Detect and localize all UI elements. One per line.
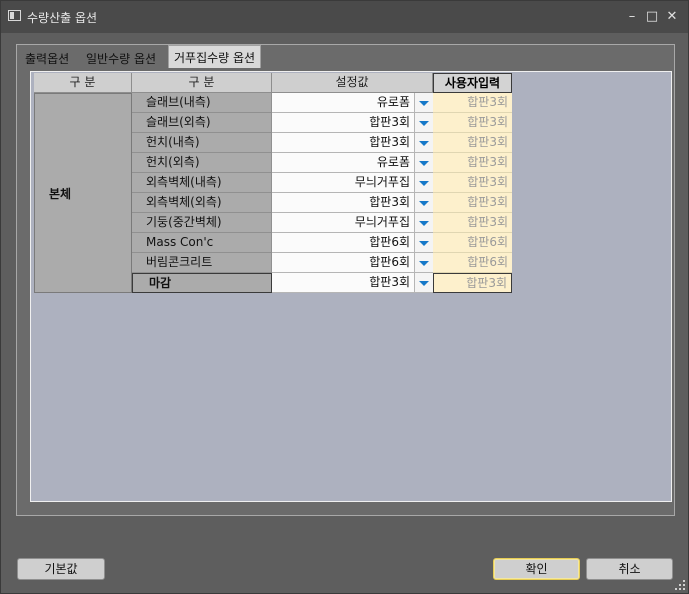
row-label: Mass Con'c [132, 233, 272, 253]
row-label: 헌치(내측) [132, 133, 272, 153]
setting-value-field[interactable]: 무늬거푸집 [272, 213, 415, 233]
setting-value-field[interactable]: 무늬거푸집 [272, 173, 415, 193]
title-bar[interactable]: 수량산출 옵션 – □ ✕ [1, 1, 688, 33]
chevron-down-icon[interactable] [415, 193, 433, 213]
user-input-field[interactable]: 합판3회 [433, 213, 512, 233]
setting-value-field[interactable]: 합판3회 [272, 273, 415, 293]
setting-value-field[interactable]: 유로폼 [272, 93, 415, 113]
maximize-icon[interactable]: □ [643, 8, 661, 26]
row-label: 외측벽체(외측) [132, 193, 272, 213]
default-button[interactable]: 기본값 [17, 558, 105, 580]
user-input-field[interactable]: 합판3회 [433, 93, 512, 113]
table-row: 마감 합판3회 합판3회 [132, 273, 512, 293]
user-input-field[interactable]: 합판3회 [433, 193, 512, 213]
header-user-input: 사용자입력 [433, 73, 512, 93]
user-input-field[interactable]: 합판3회 [433, 273, 512, 293]
table-row: 헌치(외측) 유로폼 합판3회 [132, 153, 512, 173]
table-row: 헌치(내측) 합판3회 합판3회 [132, 133, 512, 153]
chevron-down-icon[interactable] [415, 273, 433, 293]
tab-general-quantity-options[interactable]: 일반수량 옵션 [82, 48, 160, 67]
header-category: 구 분 [34, 73, 132, 93]
table-row: 외측벽체(내측) 무늬거푸집 합판3회 [132, 173, 512, 193]
window-icon [8, 10, 21, 21]
chevron-down-icon[interactable] [415, 233, 433, 253]
ok-button[interactable]: 확인 [493, 558, 580, 580]
chevron-down-icon[interactable] [415, 93, 433, 113]
user-input-field[interactable]: 합판3회 [433, 173, 512, 193]
minimize-icon[interactable]: – [623, 8, 641, 26]
window-title: 수량산출 옵션 [27, 11, 98, 25]
setting-value-field[interactable]: 유로폼 [272, 153, 415, 173]
setting-value-field[interactable]: 합판6회 [272, 233, 415, 253]
chevron-down-icon[interactable] [415, 153, 433, 173]
chevron-down-icon[interactable] [415, 253, 433, 273]
table-row: 기둥(중간벽체) 무늬거푸집 합판3회 [132, 213, 512, 233]
row-label: 기둥(중간벽체) [132, 213, 272, 233]
tab-formwork-quantity-options[interactable]: 거푸집수량 옵션 [168, 45, 262, 68]
user-input-field[interactable]: 합판3회 [433, 153, 512, 173]
setting-value-field[interactable]: 합판6회 [272, 253, 415, 273]
table-row: 슬래브(외측) 합판3회 합판3회 [132, 113, 512, 133]
table-row: 외측벽체(외측) 합판3회 합판3회 [132, 193, 512, 213]
chevron-down-icon[interactable] [415, 133, 433, 153]
chevron-down-icon[interactable] [415, 113, 433, 133]
row-label: 슬래브(내측) [132, 93, 272, 113]
setting-value-field[interactable]: 합판3회 [272, 193, 415, 213]
header-setting-value: 설정값 [272, 73, 433, 93]
table-row: Mass Con'c 합판6회 합판6회 [132, 233, 512, 253]
row-label: 헌치(외측) [132, 153, 272, 173]
row-label: 마감 [132, 273, 272, 293]
row-label: 외측벽체(내측) [132, 173, 272, 193]
user-input-field[interactable]: 합판6회 [433, 253, 512, 273]
table-row: 슬래브(내측) 유로폼 합판3회 [132, 93, 512, 113]
resize-grip-icon[interactable] [675, 580, 685, 590]
category-cell: 본체 [34, 93, 132, 293]
close-icon[interactable]: ✕ [663, 8, 681, 26]
user-input-field[interactable]: 합판3회 [433, 133, 512, 153]
row-label: 슬래브(외측) [132, 113, 272, 133]
cancel-button[interactable]: 취소 [586, 558, 673, 580]
user-input-field[interactable]: 합판6회 [433, 233, 512, 253]
user-input-field[interactable]: 합판3회 [433, 113, 512, 133]
tab-output-options[interactable]: 출력옵션 [21, 48, 73, 67]
header-subcategory: 구 분 [132, 73, 272, 93]
chevron-down-icon[interactable] [415, 213, 433, 233]
chevron-down-icon[interactable] [415, 173, 433, 193]
row-label: 버림콘크리트 [132, 253, 272, 273]
table-row: 버림콘크리트 합판6회 합판6회 [132, 253, 512, 273]
setting-value-field[interactable]: 합판3회 [272, 113, 415, 133]
options-window: 수량산출 옵션 – □ ✕ 출력옵션 일반수량 옵션 거푸집수량 옵션 구 분 … [0, 0, 689, 594]
setting-value-field[interactable]: 합판3회 [272, 133, 415, 153]
